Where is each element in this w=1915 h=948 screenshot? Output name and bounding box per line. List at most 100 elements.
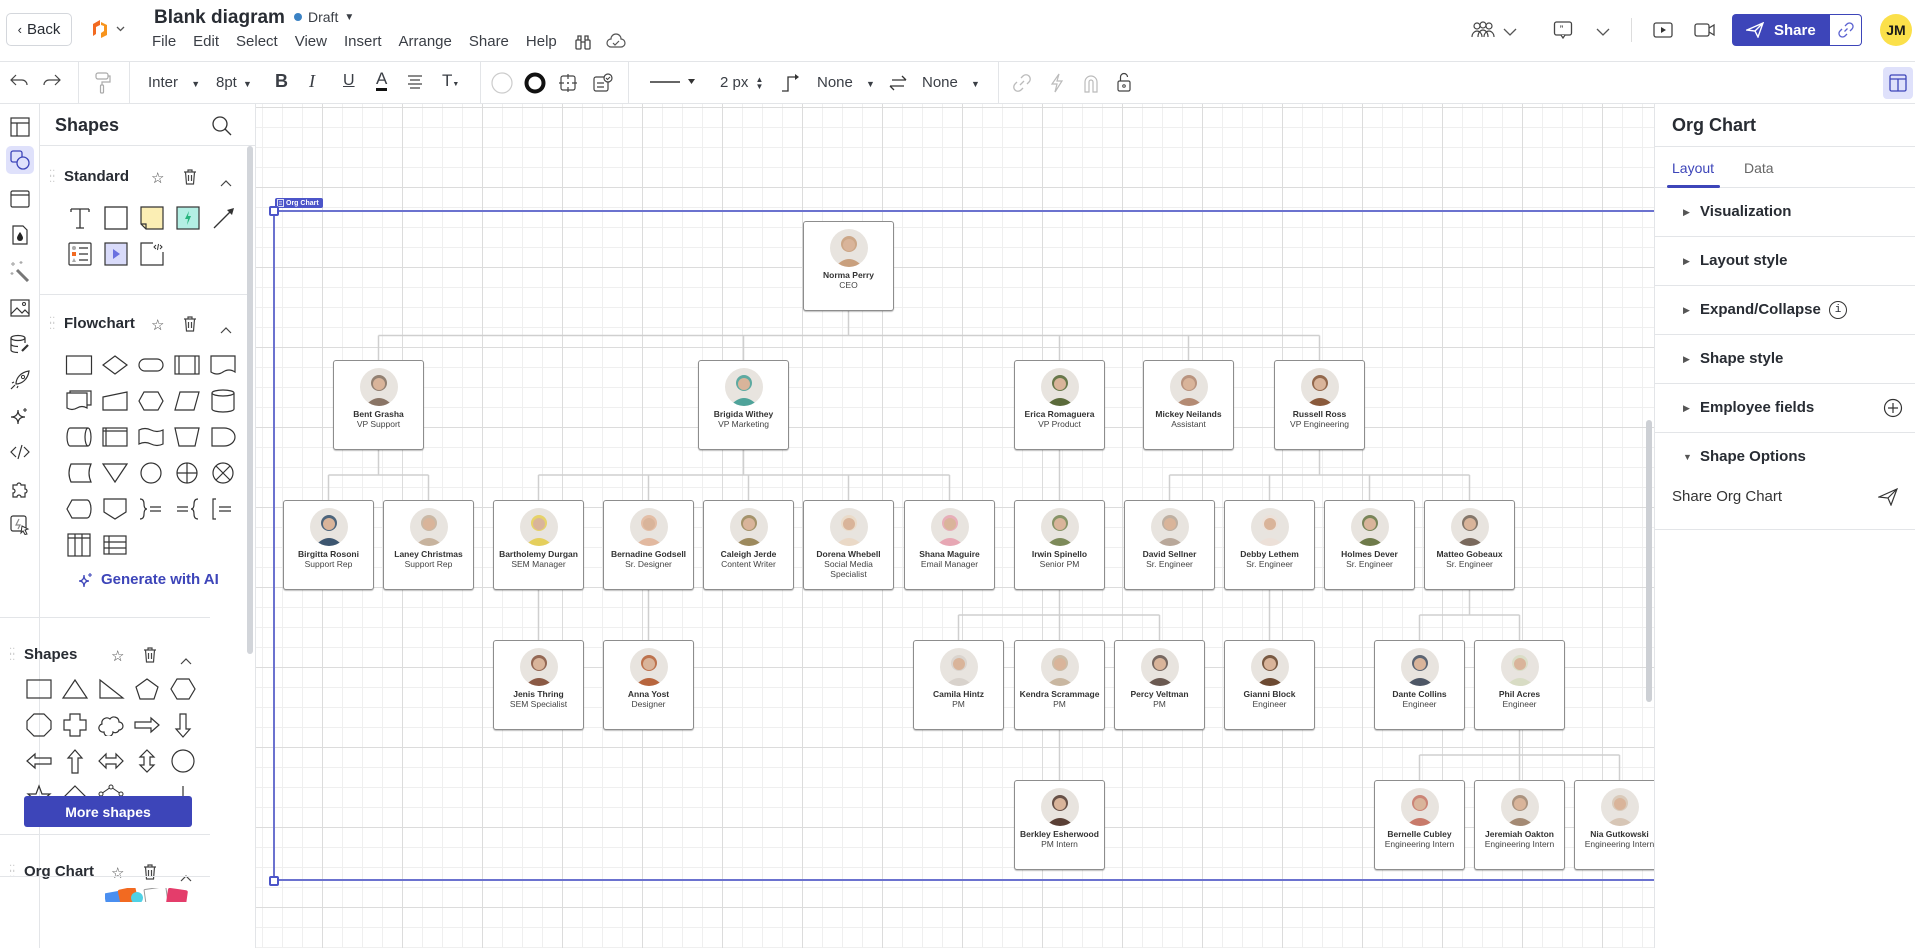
summing-junction-shape[interactable] (205, 459, 241, 487)
swap-arrows-icon[interactable] (888, 74, 908, 92)
list-shape[interactable] (62, 240, 98, 268)
code-icon[interactable] (6, 438, 34, 466)
line-width-stepper[interactable]: 2 px ▲ ▼ (720, 74, 763, 91)
collapse-chevron-icon[interactable] (220, 321, 232, 339)
arrow-up-shape[interactable] (57, 747, 93, 775)
lightning-icon[interactable] (1049, 73, 1065, 93)
draft-status-dropdown[interactable]: Draft ▼ (294, 9, 354, 25)
connector-circle-shape[interactable] (133, 459, 169, 487)
section-employee-fields[interactable]: ▶ Employee fields (1655, 384, 1915, 433)
section-shape-options[interactable]: ▼ Shape Options (1655, 433, 1915, 530)
add-field-icon[interactable] (1883, 398, 1903, 423)
predefined-process-shape[interactable] (169, 351, 205, 379)
section-visualization[interactable]: ▶ Visualization (1655, 188, 1915, 237)
trash-icon[interactable] (183, 316, 197, 337)
generate-with-ai-button[interactable]: Generate with AI (78, 571, 219, 588)
font-family-dropdown[interactable]: Inter ▼ (148, 74, 200, 91)
multiple-documents-shape[interactable] (61, 387, 97, 415)
manual-input-shape[interactable] (97, 387, 133, 415)
conditional-format-icon[interactable] (592, 73, 614, 93)
brace-annotation-left-shape[interactable] (169, 495, 205, 523)
align-text-icon[interactable] (407, 75, 423, 89)
or-shape[interactable] (169, 459, 205, 487)
canvas-scrollbar[interactable] (1646, 420, 1652, 702)
collaborators-icon[interactable] (1470, 20, 1496, 45)
present-icon[interactable] (1653, 21, 1673, 44)
shape-options-icon[interactable] (558, 73, 578, 93)
process-shape[interactable] (61, 351, 97, 379)
share-button[interactable]: Share (1732, 14, 1862, 46)
trash-icon[interactable] (143, 864, 157, 885)
search-icon[interactable] (211, 115, 233, 142)
tab-layout[interactable]: Layout (1672, 160, 1714, 176)
triangle-shape[interactable] (57, 675, 93, 703)
ai-sparkle-icon[interactable] (6, 402, 34, 430)
underline-button[interactable]: U (343, 72, 355, 90)
favorite-star-icon[interactable]: ☆ (111, 647, 124, 665)
section-expand-collapse[interactable]: ▶ Expand/Collapse i (1655, 286, 1915, 335)
connector-type-icon[interactable] (780, 73, 800, 93)
image-icon[interactable] (6, 294, 34, 322)
line-end-dropdown[interactable]: None ▼ (922, 74, 980, 91)
document-title[interactable]: Blank diagram (154, 7, 285, 29)
circle-shape[interactable] (165, 747, 201, 775)
manual-operation-shape[interactable] (169, 423, 205, 451)
favorite-star-icon[interactable]: ☆ (151, 316, 164, 334)
cross-shape[interactable] (57, 711, 93, 739)
off-page-link-shape[interactable] (97, 495, 133, 523)
arrow-line-shape[interactable] (206, 204, 242, 232)
arrow-down-shape[interactable] (165, 711, 201, 739)
data-linking-icon[interactable] (6, 330, 34, 358)
arrow-vertical-double-shape[interactable] (129, 747, 165, 775)
menu-arrange[interactable]: Arrange (399, 33, 452, 55)
containers-icon[interactable] (6, 185, 34, 213)
paper-plane-icon[interactable] (1876, 487, 1899, 511)
theme-fill-icon[interactable] (6, 221, 34, 249)
octagon-shape[interactable] (21, 711, 57, 739)
magic-wand-icon[interactable] (6, 257, 34, 285)
action-shape[interactable] (170, 204, 206, 232)
video-call-icon[interactable] (1694, 21, 1716, 44)
menu-edit[interactable]: Edit (193, 33, 219, 55)
italic-button[interactable]: I (309, 71, 315, 92)
resize-handle-bottom-left[interactable] (269, 876, 279, 886)
swimlane-vertical-shape[interactable] (61, 531, 97, 559)
section-layout-style[interactable]: ▶ Layout style (1655, 237, 1915, 286)
collapse-chevron-icon[interactable] (220, 174, 232, 192)
line-start-dropdown[interactable]: None ▼ (817, 74, 875, 91)
integrations-puzzle-icon[interactable] (6, 474, 34, 502)
fill-color-button[interactable] (490, 71, 514, 95)
user-avatar[interactable]: JM (1880, 14, 1912, 46)
decision-shape[interactable] (97, 351, 133, 379)
document-shape[interactable] (205, 351, 241, 379)
menu-help[interactable]: Help (526, 33, 557, 55)
rocket-icon[interactable] (6, 366, 34, 394)
comment-icon[interactable]: ” (1553, 20, 1573, 45)
rectangle-shape[interactable] (21, 675, 57, 703)
delay-shape[interactable] (205, 423, 241, 451)
internal-storage-shape[interactable] (97, 423, 133, 451)
collapse-chevron-icon[interactable] (180, 869, 192, 887)
pages-panel-icon[interactable] (6, 113, 34, 141)
magnet-icon[interactable] (1082, 73, 1100, 93)
quick-action-icon[interactable] (6, 511, 34, 539)
section-shape-style[interactable]: ▶ Shape style (1655, 335, 1915, 384)
chevron-down-icon[interactable] (1503, 24, 1517, 42)
section-title[interactable]: Shapes (24, 646, 77, 663)
text-color-button[interactable]: A (376, 70, 388, 91)
menu-view[interactable]: View (295, 33, 327, 55)
rectangle-shape[interactable] (98, 204, 134, 232)
stored-data-shape[interactable] (61, 459, 97, 487)
copy-link-button[interactable] (1830, 15, 1861, 45)
display-shape[interactable] (61, 495, 97, 523)
section-title[interactable]: Org Chart (24, 863, 94, 880)
link-icon[interactable] (1013, 74, 1031, 92)
direct-access-storage-shape[interactable] (61, 423, 97, 451)
sticky-note-shape[interactable] (134, 204, 170, 232)
drag-handle-icon[interactable]: ⁚⁚ ⁚⁚ (49, 170, 55, 185)
app-logo-menu[interactable] (90, 18, 125, 40)
line-style-dropdown[interactable] (650, 76, 700, 88)
pentagon-shape[interactable] (129, 675, 165, 703)
shapes-panel-icon[interactable] (6, 146, 34, 174)
collapse-chevron-icon[interactable] (180, 652, 192, 670)
